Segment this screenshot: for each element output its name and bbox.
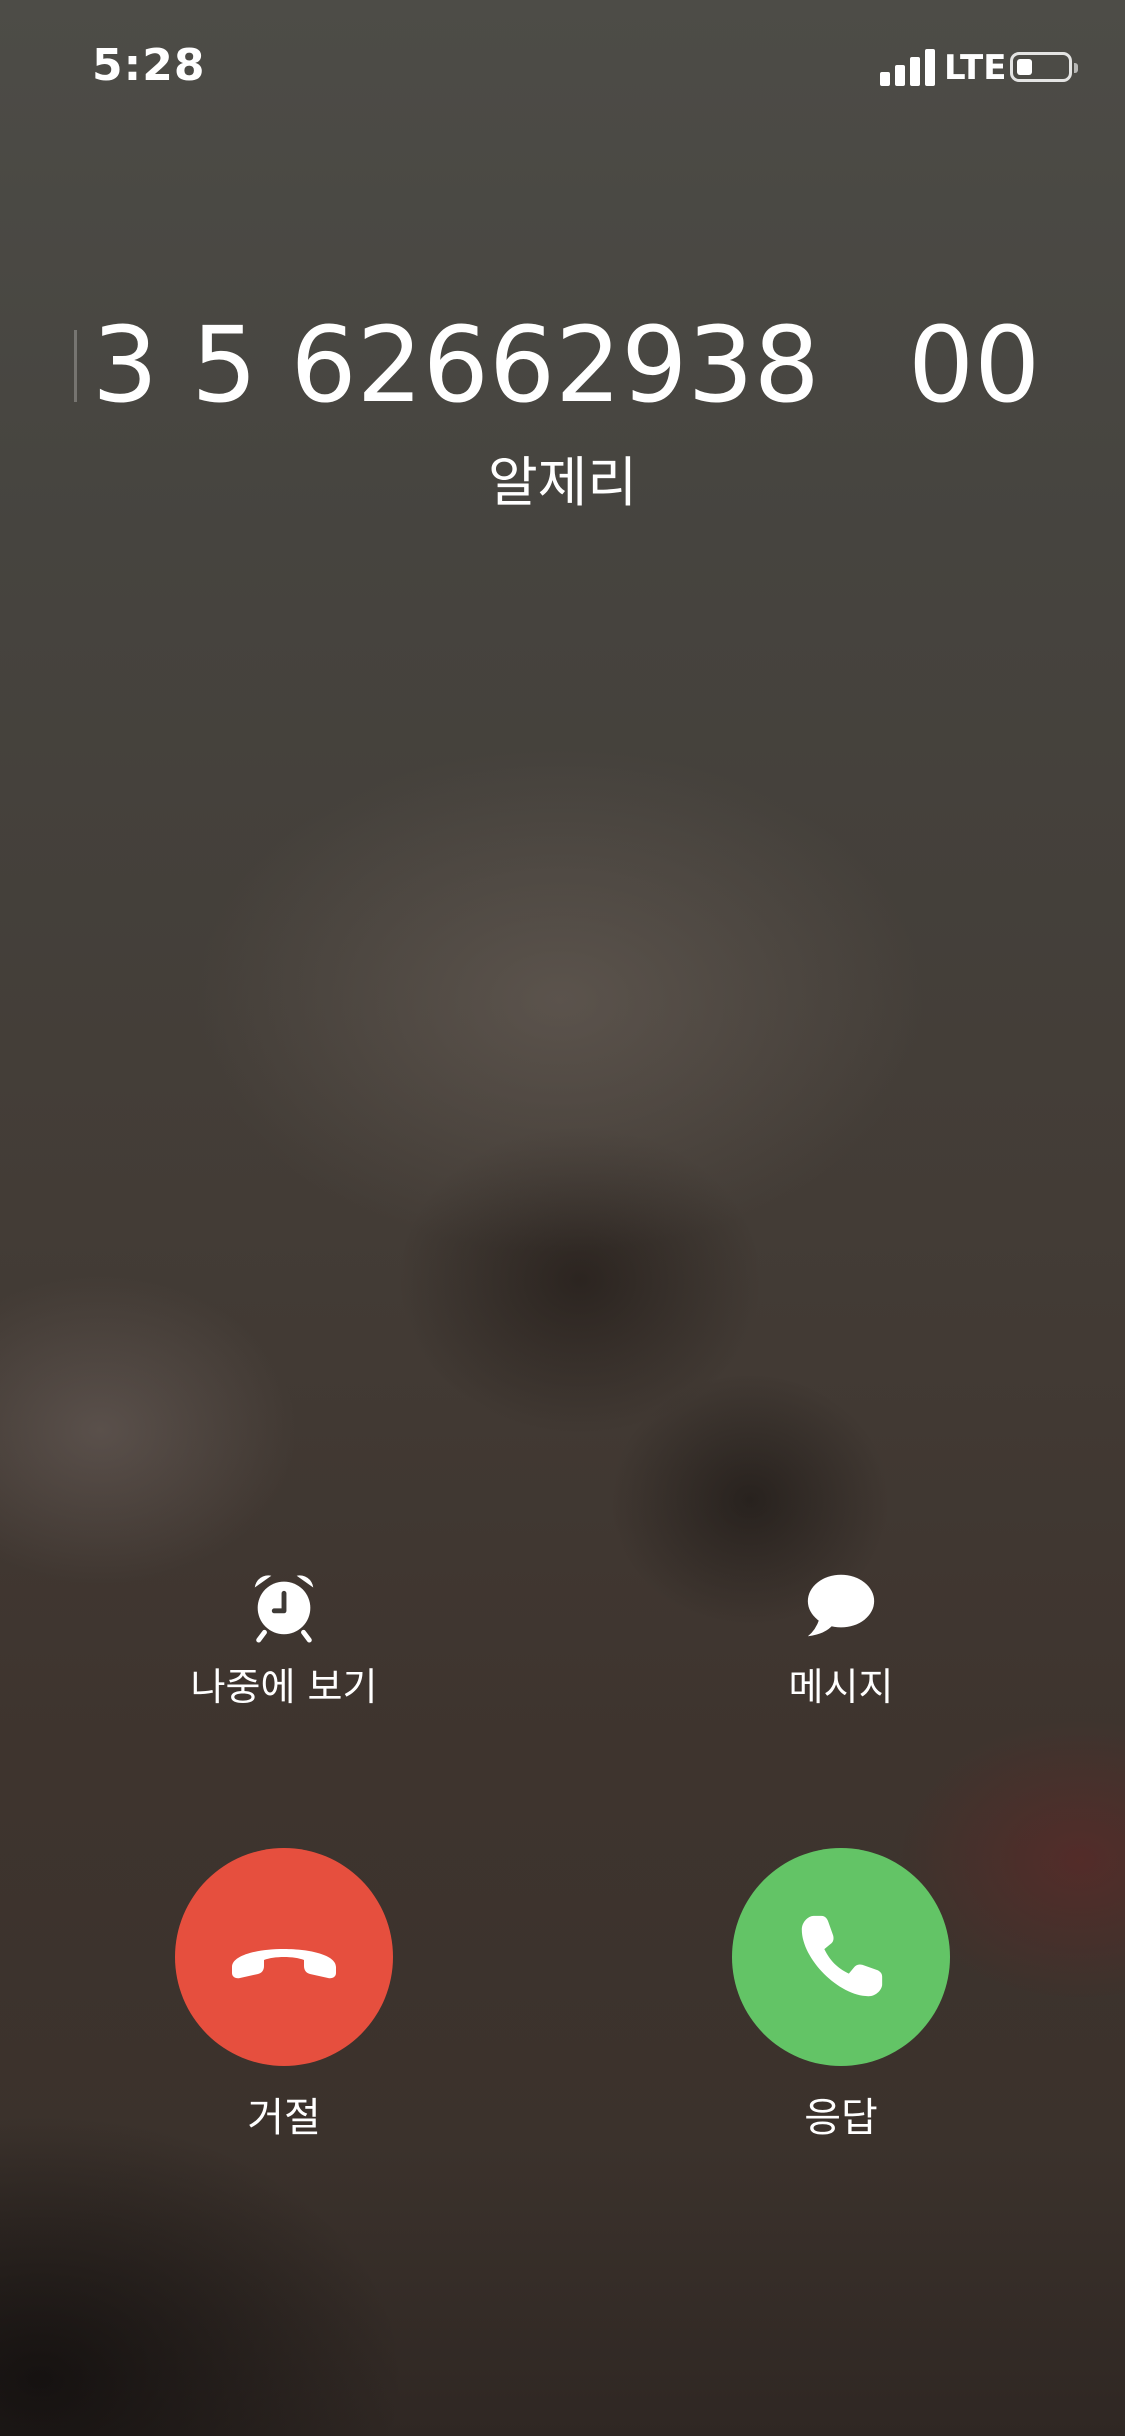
- status-time: 5:28: [92, 40, 206, 91]
- message-label: 메시지: [788, 1665, 894, 1709]
- signal-strength-icon: [880, 48, 936, 86]
- status-bar: 5:28 LTE: [0, 0, 1125, 140]
- accept-circle[interactable]: [732, 1848, 950, 2066]
- caller-number: 3 5 62662938 00: [92, 305, 1052, 425]
- accept-label: 응답: [804, 2095, 878, 2141]
- remind-later-button[interactable]: 나중에 보기: [124, 1566, 444, 1712]
- caller-location-label: 알제리: [487, 451, 638, 514]
- remind-later-label: 나중에 보기: [190, 1665, 378, 1709]
- message-bubble-icon: [807, 1574, 875, 1637]
- caller-number-suffix: 00: [908, 304, 1041, 426]
- hang-up-icon: [232, 1949, 336, 1979]
- decline-circle[interactable]: [175, 1848, 393, 2066]
- accept-button[interactable]: 응답: [681, 1848, 1001, 2144]
- decline-button[interactable]: 거절: [124, 1848, 444, 2144]
- divider: [74, 330, 77, 402]
- caller-number-main: 3 5 62662938: [92, 304, 820, 426]
- battery-icon: [1010, 52, 1078, 82]
- network-type: LTE: [944, 48, 1007, 88]
- decline-label: 거절: [247, 2095, 321, 2141]
- alarm-clock-icon: [254, 1575, 314, 1643]
- phone-icon: [801, 1915, 883, 1997]
- battery-level-fill: [1017, 59, 1032, 75]
- message-button[interactable]: 메시지: [681, 1566, 1001, 1712]
